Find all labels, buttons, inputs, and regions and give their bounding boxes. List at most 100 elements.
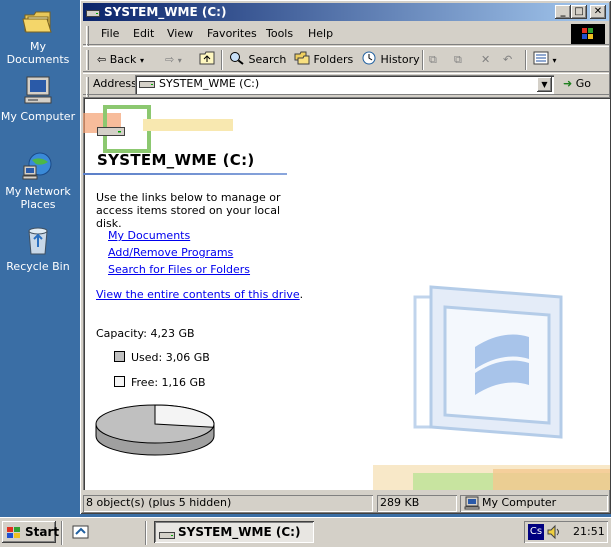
maximize-button[interactable]: □ [571,5,587,19]
toolbar-separator [221,50,223,70]
network-icon [22,150,54,182]
go-label: Go [575,77,591,90]
drive-icon [97,124,125,141]
up-folder-icon [199,51,215,66]
address-value: SYSTEM_WME (C:) [159,77,260,90]
link-add-remove-programs[interactable]: Add/Remove Programs [108,246,233,259]
start-label: Start [25,525,60,539]
desktop-icon-my-computer[interactable]: My Computer [0,75,76,123]
computer-icon [22,75,54,107]
move-to-button[interactable]: ⧉ [429,51,437,69]
toolbar-grip[interactable] [86,50,89,70]
back-button[interactable]: ⇦ Back ▾ [97,51,144,69]
language-indicator[interactable]: Cs [528,524,544,540]
address-label: Address [93,77,137,90]
menu-favorites[interactable]: Favorites [207,27,257,40]
undo-button[interactable]: ↶ [503,51,512,69]
delete-button[interactable]: ✕ [481,51,490,69]
search-icon [229,52,249,66]
menu-view[interactable]: View [167,27,193,40]
menu-help[interactable]: Help [308,27,333,40]
copy-to-button[interactable]: ⧉ [454,51,462,69]
back-label: Back [109,53,137,66]
disk-usage-pie [95,404,215,456]
folder-icon [22,5,54,37]
explorer-window: SYSTEM_WME (C:) _ □ ✕ File Edit View Fav… [80,0,611,514]
legend-free: Free: 1,16 GB [114,376,206,389]
views-icon [533,51,553,66]
views-button[interactable]: ▾ [533,51,557,69]
title-underline [83,173,287,175]
drive-icon [159,526,175,547]
link-view-contents[interactable]: View the entire contents of this drive [96,288,300,301]
drive-icon [139,78,155,93]
status-zone: My Computer [460,495,608,512]
clock[interactable]: 21:51 [573,525,605,538]
page-title: SYSTEM_WME (C:) [97,151,255,169]
status-zone-label: My Computer [482,496,557,509]
used-text: Used: 3,06 GB [131,351,210,364]
search-label: Search [248,53,287,66]
taskbar-separator [145,521,147,545]
move-to-icon: ⧉ [429,53,437,66]
link-search-files[interactable]: Search for Files or Folders [108,263,250,276]
free-swatch [114,376,125,387]
recycle-bin-icon [22,225,54,257]
address-bar: Address SYSTEM_WME (C:) ▼ ➜ Go [83,73,609,97]
standard-toolbar: ⇦ Back ▾ ⇨ ▾ Search Folders History ⧉ ⧉ … [83,46,609,72]
forward-arrow-icon: ⇨ [165,53,175,66]
menu-file[interactable]: File [101,27,119,40]
up-folder-button[interactable] [199,51,215,69]
window-title: SYSTEM_WME (C:) [104,5,227,19]
history-button[interactable]: History [361,51,420,69]
used-swatch [114,351,125,362]
volume-icon[interactable] [546,524,562,543]
search-button[interactable]: Search [229,51,286,69]
undo-icon: ↶ [503,53,513,66]
menu-tools[interactable]: Tools [266,27,293,40]
back-arrow-icon: ⇦ [97,53,107,66]
menu-edit[interactable]: Edit [133,27,154,40]
delete-icon: ✕ [481,53,491,66]
desktop-icon-my-documents[interactable]: My Documents [0,5,76,66]
toolbar-separator [525,50,527,70]
free-text: Free: 1,16 GB [131,376,206,389]
copy-to-icon: ⧉ [454,53,462,66]
desktop-icon-my-network-places[interactable]: My Network Places [0,150,76,211]
quick-launch-desktop-icon[interactable] [72,524,90,543]
windows-flag-icon [6,525,22,547]
taskbar-window-label: SYSTEM_WME (C:) [178,525,301,539]
folders-icon [294,51,314,66]
history-icon [361,51,381,66]
desktop-icon-label: My Computer [0,110,76,123]
status-size: 289 KB [377,495,457,512]
go-arrow-icon: ➜ [563,77,573,90]
close-button[interactable]: ✕ [590,5,606,19]
title-bar[interactable]: SYSTEM_WME (C:) _ □ ✕ [83,3,609,21]
forward-button[interactable]: ⇨ ▾ [165,51,182,69]
chevron-down-icon: ▾ [177,56,182,65]
legend-used: Used: 3,06 GB [114,351,210,364]
desktop-icon-label: My Network Places [5,185,71,211]
desktop-icon-recycle-bin[interactable]: Recycle Bin [0,225,76,273]
start-button[interactable]: Start [2,521,60,543]
address-field[interactable]: SYSTEM_WME (C:) ▼ [135,75,554,94]
address-dropdown-button[interactable]: ▼ [537,77,552,92]
menu-bar: File Edit View Favorites Tools Help [83,23,609,46]
computer-icon [464,496,480,515]
pie-slice-free [154,404,215,428]
toolbar-separator [422,50,424,70]
toolbar-grip[interactable] [86,77,89,97]
go-button[interactable]: ➜ Go [563,75,591,93]
folder-view: SYSTEM_WME (C:) Use the links below to m… [83,97,610,490]
taskbar: Start SYSTEM_WME (C:) Cs 21:51 [0,517,611,547]
folders-button[interactable]: Folders [294,51,353,69]
taskbar-window-button[interactable]: SYSTEM_WME (C:) [154,521,314,543]
description-text: Use the links below to manage or access … [96,191,281,230]
minimize-button[interactable]: _ [555,5,571,19]
drive-icon [86,6,100,17]
system-tray: Cs 21:51 [524,521,608,543]
toolbar-grip[interactable] [86,26,89,46]
history-label: History [380,53,420,66]
link-my-documents[interactable]: My Documents [108,229,190,242]
